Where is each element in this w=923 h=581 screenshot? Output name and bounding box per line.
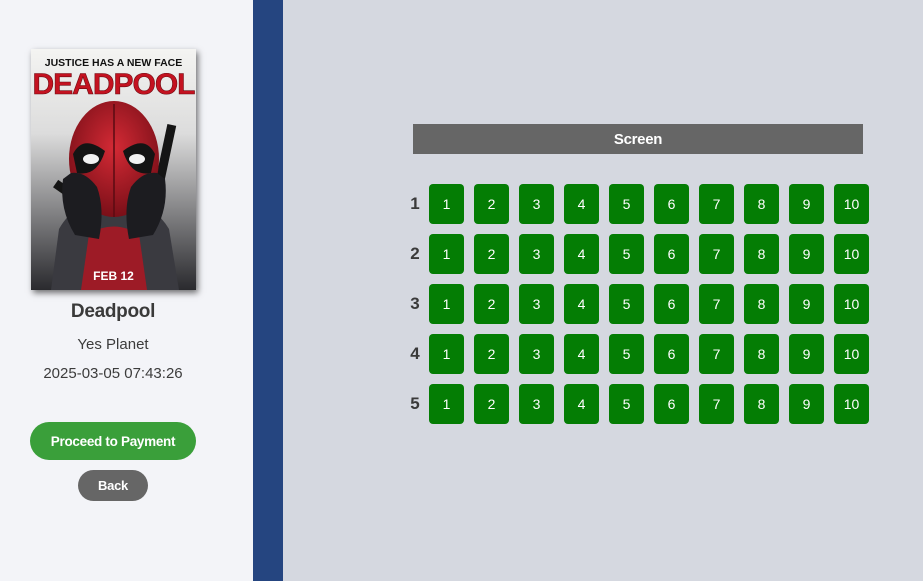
seat-button[interactable]: 1 bbox=[429, 284, 464, 324]
seat-button[interactable]: 2 bbox=[474, 234, 509, 274]
seat-button[interactable]: 3 bbox=[519, 184, 554, 224]
seat-selection-area: Screen 1 1 2 3 4 5 6 7 8 9 10 2 1 2 3 4 5 6 7 8 9 10 3 1 2 3 4 5 6 7 8… bbox=[283, 0, 923, 581]
seat-button[interactable]: 6 bbox=[654, 284, 689, 324]
sidebar-divider bbox=[253, 0, 283, 581]
seat-button[interactable]: 4 bbox=[564, 384, 599, 424]
seat-button[interactable]: 4 bbox=[564, 184, 599, 224]
seat-button[interactable]: 2 bbox=[474, 384, 509, 424]
seat-button[interactable]: 1 bbox=[429, 384, 464, 424]
seat-button[interactable]: 7 bbox=[699, 284, 734, 324]
seat-button[interactable]: 8 bbox=[744, 234, 779, 274]
seat-button[interactable]: 9 bbox=[789, 384, 824, 424]
poster-release-date: FEB 12 bbox=[93, 269, 134, 283]
seat-button[interactable]: 4 bbox=[564, 234, 599, 274]
seat-button[interactable]: 5 bbox=[609, 334, 644, 374]
row-label: 5 bbox=[410, 394, 420, 413]
seat-button[interactable]: 6 bbox=[654, 384, 689, 424]
seat-button[interactable]: 1 bbox=[429, 334, 464, 374]
seat-button[interactable]: 8 bbox=[744, 284, 779, 324]
seat-button[interactable]: 10 bbox=[834, 284, 869, 324]
seat-button[interactable]: 10 bbox=[834, 184, 869, 224]
seat-button[interactable]: 7 bbox=[699, 234, 734, 274]
seat-button[interactable]: 5 bbox=[609, 234, 644, 274]
proceed-to-payment-button[interactable]: Proceed to Payment bbox=[30, 422, 196, 460]
seat-grid: 1 1 2 3 4 5 6 7 8 9 10 2 1 2 3 4 5 6 7 8 9 10 3 1 2 3 4 5 6 7 8 9 10 4 1 2 3… bbox=[401, 184, 879, 434]
seat-button[interactable]: 4 bbox=[564, 284, 599, 324]
row-label: 3 bbox=[410, 294, 420, 313]
seat-button[interactable]: 3 bbox=[519, 334, 554, 374]
seat-button[interactable]: 9 bbox=[789, 284, 824, 324]
seat-button[interactable]: 6 bbox=[654, 184, 689, 224]
showtime: 2025-03-05 07:43:26 bbox=[43, 365, 183, 382]
seat-button[interactable]: 8 bbox=[744, 334, 779, 374]
seat-button[interactable]: 9 bbox=[789, 234, 824, 274]
seat-row: 2 1 2 3 4 5 6 7 8 9 10 bbox=[401, 234, 879, 274]
seat-button[interactable]: 7 bbox=[699, 184, 734, 224]
movie-title: Deadpool bbox=[70, 301, 156, 322]
seat-button[interactable]: 9 bbox=[789, 334, 824, 374]
seat-button[interactable]: 3 bbox=[519, 284, 554, 324]
seat-button[interactable]: 10 bbox=[834, 334, 869, 374]
poster-title-art: DEADPOOL bbox=[32, 68, 195, 101]
sidebar: JUSTICE HAS A NEW FACE DEADPOOL FEB 12 D… bbox=[0, 0, 253, 581]
seat-button[interactable]: 5 bbox=[609, 384, 644, 424]
row-label: 4 bbox=[410, 344, 420, 363]
seat-button[interactable]: 8 bbox=[744, 384, 779, 424]
seat-row: 4 1 2 3 4 5 6 7 8 9 10 bbox=[401, 334, 879, 374]
seat-button[interactable]: 3 bbox=[519, 384, 554, 424]
row-label: 1 bbox=[410, 194, 420, 213]
seat-row: 5 1 2 3 4 5 6 7 8 9 10 bbox=[401, 384, 879, 424]
seat-button[interactable]: 4 bbox=[564, 334, 599, 374]
movie-poster: JUSTICE HAS A NEW FACE DEADPOOL FEB 12 bbox=[31, 49, 196, 290]
theater-name: Yes Planet bbox=[77, 336, 149, 353]
seat-button[interactable]: 1 bbox=[429, 234, 464, 274]
back-button[interactable]: Back bbox=[78, 470, 148, 501]
seat-button[interactable]: 2 bbox=[474, 284, 509, 324]
seat-button[interactable]: 10 bbox=[834, 234, 869, 274]
row-label: 2 bbox=[410, 244, 420, 263]
seat-row: 3 1 2 3 4 5 6 7 8 9 10 bbox=[401, 284, 879, 324]
seat-row: 1 1 2 3 4 5 6 7 8 9 10 bbox=[401, 184, 879, 224]
seat-button[interactable]: 7 bbox=[699, 334, 734, 374]
seat-button[interactable]: 10 bbox=[834, 384, 869, 424]
seat-button[interactable]: 2 bbox=[474, 184, 509, 224]
seat-button[interactable]: 2 bbox=[474, 334, 509, 374]
seat-button[interactable]: 3 bbox=[519, 234, 554, 274]
seat-button[interactable]: 8 bbox=[744, 184, 779, 224]
screen-indicator: Screen bbox=[413, 124, 863, 154]
seat-button[interactable]: 6 bbox=[654, 234, 689, 274]
seat-button[interactable]: 9 bbox=[789, 184, 824, 224]
seat-button[interactable]: 6 bbox=[654, 334, 689, 374]
seat-button[interactable]: 7 bbox=[699, 384, 734, 424]
seat-button[interactable]: 5 bbox=[609, 184, 644, 224]
seat-button[interactable]: 5 bbox=[609, 284, 644, 324]
seat-button[interactable]: 1 bbox=[429, 184, 464, 224]
